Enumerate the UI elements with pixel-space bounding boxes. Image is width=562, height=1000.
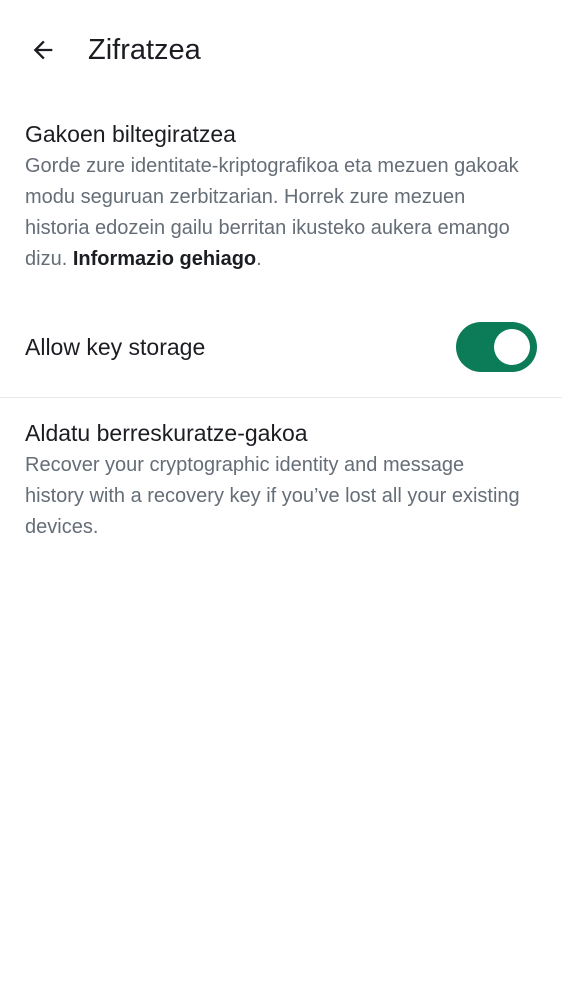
change-recovery-key-item[interactable]: Aldatu berreskuratze-gakoa Recover your … [0,410,562,550]
page-title: Zifratzea [88,34,201,66]
switch-knob [494,329,530,365]
learn-more-link[interactable]: Informazio gehiago [73,248,256,270]
key-storage-title: Gakoen biltegiratzea [25,121,236,147]
allow-key-storage-switch[interactable] [456,322,537,372]
recovery-title: Aldatu berreskuratze-gakoa [25,420,308,446]
divider [0,397,562,398]
top-app-bar: Zifratzea [0,0,562,100]
back-button[interactable] [19,26,67,74]
key-storage-description: Gorde zure identitate-kriptografikoa eta… [25,151,525,275]
recovery-section: Aldatu berreskuratze-gakoa Recover your … [25,418,525,543]
description-period: . [256,248,262,270]
allow-key-storage-row[interactable]: Allow key storage [0,312,562,382]
allow-key-storage-label: Allow key storage [25,334,206,360]
recovery-description: Recover your cryptographic identity and … [25,454,520,538]
key-storage-section: Gakoen biltegiratzea Gorde zure identita… [25,119,525,275]
arrow-back-icon [33,40,53,60]
encryption-settings-screen: Zifratzea Gakoen biltegiratzea Gorde zur… [0,0,562,1000]
